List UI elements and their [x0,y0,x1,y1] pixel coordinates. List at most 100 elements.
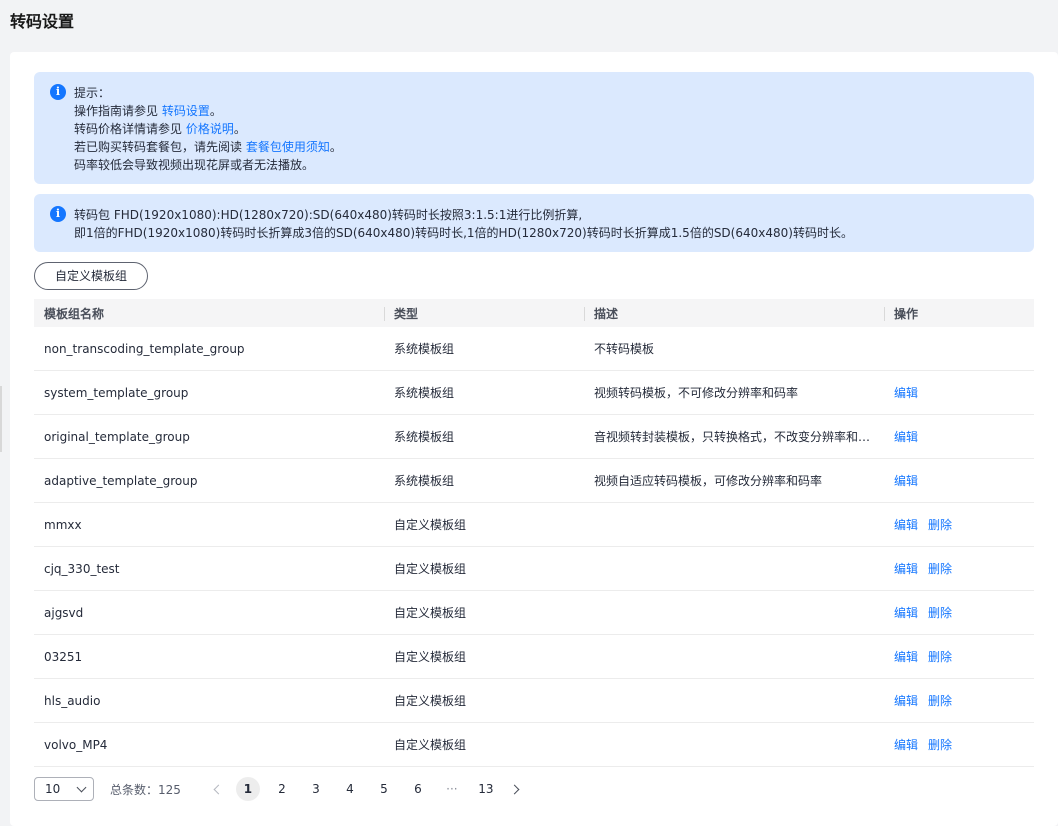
cell-ops: 编辑 [884,472,1034,489]
table-row: volvo_MP4 自定义模板组 编辑 删除 [34,723,1034,767]
delete-link[interactable]: 删除 [928,694,952,708]
cell-desc: 不转码模板 [594,342,655,356]
cell-ops: 编辑 删除 [884,516,1034,533]
tips-line-price: 转码价格详情请参见 价格说明。 [74,120,1018,138]
cell-desc: 视频转码模板，不可修改分辨率和码率 [594,386,799,400]
cell-type: 系统模板组 [394,386,455,400]
column-header-desc: 描述 [584,305,884,322]
cell-ops: 编辑 [884,384,1034,401]
page-title: 转码设置 [10,12,75,31]
cell-ops: 编辑 删除 [884,736,1034,753]
column-header-type: 类型 [384,305,584,322]
delete-link[interactable]: 删除 [928,606,952,620]
prev-page-button[interactable] [207,777,231,801]
cell-name: mmxx [44,517,82,532]
cell-type: 自定义模板组 [394,694,467,708]
cell-name: 03251 [44,649,83,664]
cell-type: 自定义模板组 [394,518,467,532]
edit-link[interactable]: 编辑 [894,694,918,708]
table-row: hls_audio 自定义模板组 编辑 删除 [34,679,1034,723]
cell-name: original_template_group [44,429,190,444]
tips-line-package: 若已购买转码套餐包，请先阅读 套餐包使用须知。 [74,138,1018,156]
table-row: non_transcoding_template_group 系统模板组 不转码模板 [34,327,1034,371]
edit-link[interactable]: 编辑 [894,650,918,664]
next-page-button[interactable] [503,777,527,801]
column-header-ops: 操作 [884,305,1034,322]
cell-type: 自定义模板组 [394,738,467,752]
package-notice-line2: 即1倍的FHD(1920x1080)转码时长折算成3倍的SD(640x480)转… [74,226,853,240]
edit-link[interactable]: 编辑 [894,518,918,532]
edit-link[interactable]: 编辑 [894,606,918,620]
package-notice-link[interactable]: 套餐包使用须知 [246,140,330,154]
total-count: 总条数：125 [110,782,181,797]
cell-name: adaptive_template_group [44,473,198,488]
page-number[interactable]: 6 [406,777,430,801]
chevron-down-icon [76,782,87,792]
delete-link[interactable]: 删除 [928,738,952,752]
cell-name: cjq_330_test [44,561,120,576]
chevron-right-icon [509,784,520,794]
edit-link[interactable]: 编辑 [894,562,918,576]
tips-text: 。 [209,104,222,118]
cell-desc: 音视频转封装模板，只转换格式，不改变分辨率和码率 [594,430,883,444]
cell-ops: 编辑 删除 [884,648,1034,665]
column-header-name: 模板组名称 [44,306,105,321]
custom-template-group-button[interactable]: 自定义模板组 [34,262,148,290]
page-number[interactable]: 13 [474,777,498,801]
edit-link[interactable]: 编辑 [894,738,918,752]
cell-ops: 编辑 删除 [884,560,1034,577]
cell-ops: 编辑 删除 [884,692,1034,709]
info-icon: i [50,206,66,222]
chevron-left-icon [213,784,224,794]
delete-link[interactable]: 删除 [928,562,952,576]
table-row: adaptive_template_group 系统模板组 视频自适应转码模板，可修… [34,459,1034,503]
cell-name: system_template_group [44,385,189,400]
cell-name: hls_audio [44,693,101,708]
table-row: cjq_330_test 自定义模板组 编辑 删除 [34,547,1034,591]
table-row: 03251 自定义模板组 编辑 删除 [34,635,1034,679]
template-group-table: 模板组名称 类型 描述 操作 non_transcoding_template_… [34,299,1034,767]
table-body: non_transcoding_template_group 系统模板组 不转码模板… [34,327,1034,767]
table-header: 模板组名称 类型 描述 操作 [34,299,1034,327]
page-size-value: 10 [45,782,61,796]
tips-title: 提示： [74,86,111,100]
cell-name: volvo_MP4 [44,737,108,752]
edit-link[interactable]: 编辑 [894,430,918,444]
cell-ops: 编辑 [884,428,1034,445]
cell-type: 系统模板组 [394,430,455,444]
cell-type: 系统模板组 [394,342,455,356]
delete-link[interactable]: 删除 [928,518,952,532]
cell-type: 自定义模板组 [394,562,467,576]
side-edge-handle [0,386,2,452]
cell-type: 自定义模板组 [394,650,467,664]
package-notice: i 转码包 FHD(1920x1080):HD(1280x720):SD(640… [34,194,1034,252]
page-size-select[interactable]: 10 [34,777,94,801]
content-card: i 提示： 操作指南请参见 转码设置。 转码价格详情请参见 价格说明。 若已购买… [10,52,1058,826]
tips-text: 。 [329,140,342,154]
page-number[interactable]: 4 [338,777,362,801]
tips-line-guide: 操作指南请参见 转码设置。 [74,102,1018,120]
page-number[interactable]: 2 [270,777,294,801]
tips-text: 转码价格详情请参见 [74,122,186,136]
delete-link[interactable]: 删除 [928,650,952,664]
table-row: system_template_group 系统模板组 视频转码模板，不可修改分辨率… [34,371,1034,415]
info-icon: i [50,84,66,100]
cell-desc: 视频自适应转码模板，可修改分辨率和码率 [594,474,823,488]
tips-text: 。 [233,122,246,136]
cell-ops: 编辑 删除 [884,604,1034,621]
page-ellipsis: ··· [446,782,458,796]
tips-text: 若已购买转码套餐包，请先阅读 [74,140,246,154]
price-description-link[interactable]: 价格说明 [186,122,234,136]
edit-link[interactable]: 编辑 [894,386,918,400]
tips-text: 操作指南请参见 [74,104,162,118]
cell-name: non_transcoding_template_group [44,341,245,356]
edit-link[interactable]: 编辑 [894,474,918,488]
page-number[interactable]: 5 [372,777,396,801]
package-notice-line1: 转码包 FHD(1920x1080):HD(1280x720):SD(640x4… [74,208,583,222]
transcode-settings-link[interactable]: 转码设置 [162,104,210,118]
page-number[interactable]: 3 [304,777,328,801]
page-list: 1 2 3 4 5 6 ··· 13 [231,777,503,801]
cell-name: ajgsvd [44,605,84,620]
cell-type: 自定义模板组 [394,606,467,620]
page-number[interactable]: 1 [235,777,260,801]
